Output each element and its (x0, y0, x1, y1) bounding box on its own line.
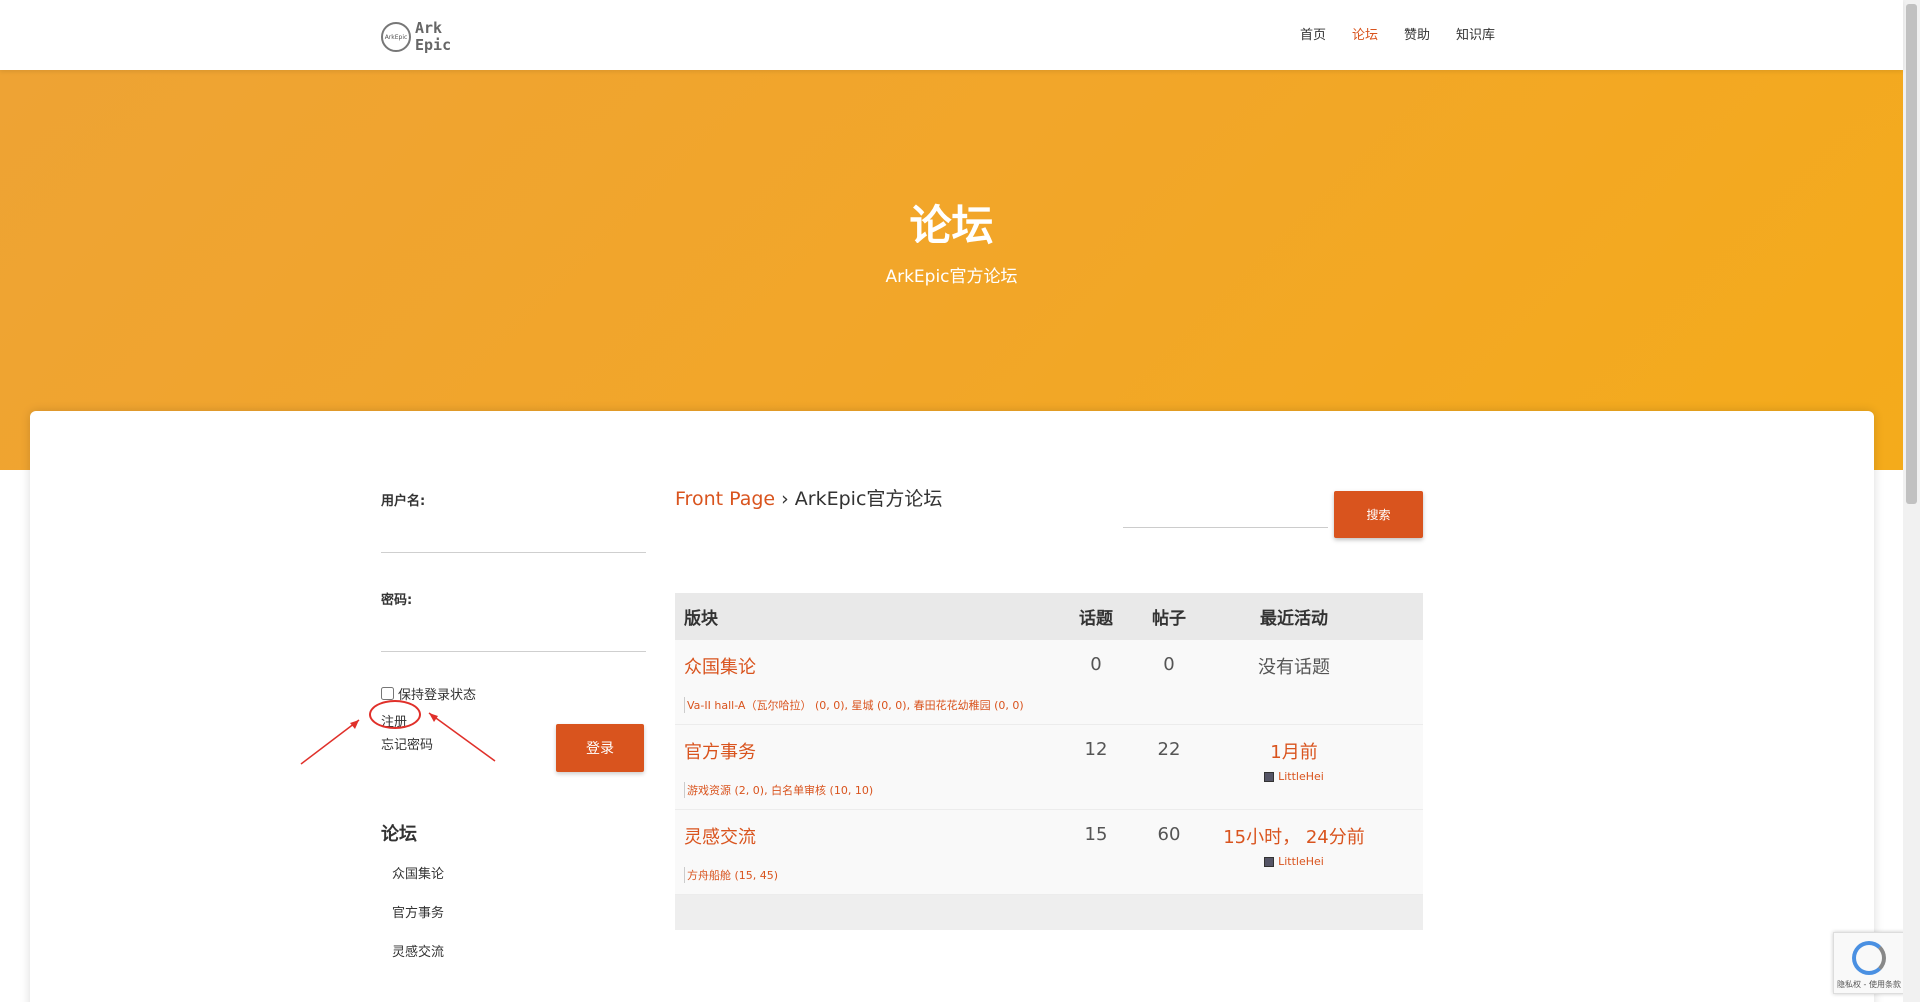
topic-count: 12 (1084, 739, 1108, 760)
page-subtitle: ArkEpic官方论坛 (885, 267, 1018, 287)
sidebar-forum-link[interactable]: 众国集论 (392, 863, 444, 902)
recent-user[interactable]: LittleHei (1207, 855, 1381, 868)
logo-text-epic: Epic (415, 36, 452, 54)
scrollbar-thumb[interactable] (1906, 4, 1917, 504)
avatar-icon (1264, 772, 1275, 782)
logo-text: Ark Epic (415, 20, 451, 54)
forum-name-link[interactable]: 众国集论 (684, 653, 756, 679)
password-label: 密码: (381, 593, 413, 608)
post-count: 22 (1157, 739, 1181, 760)
subforum-list[interactable]: 游戏资源 (2, 0), 白名单审核 (10, 10) (684, 782, 873, 798)
forum-heading: 论坛 (381, 824, 417, 845)
topic-count: 0 (1090, 654, 1102, 675)
header-topics: 话题 (1079, 609, 1113, 629)
annotation-arrowhead-right (429, 713, 438, 722)
breadcrumb-separator: › (781, 488, 789, 510)
topic-count: 15 (1084, 824, 1108, 845)
recaptcha-text: 隐私权 - 使用条款 (1837, 980, 1901, 989)
table-row: 官方事务 12 22 1月前 LittleHei 游戏资源 (2, 0), 白名… (675, 725, 1423, 810)
forum-name-link[interactable]: 官方事务 (684, 738, 756, 764)
recaptcha-badge[interactable]: 隐私权 - 使用条款 (1833, 932, 1905, 994)
logo-badge-text: ArkEpic (384, 33, 408, 41)
page-scrollbar[interactable] (1903, 0, 1920, 1002)
annotation-arrow-right (428, 712, 496, 762)
recent-user-name: LittleHei (1278, 855, 1324, 868)
breadcrumb: Front Page › ArkEpic官方论坛 (675, 484, 942, 511)
login-button[interactable]: 登录 (556, 724, 644, 772)
remember-checkbox[interactable] (381, 687, 394, 700)
nav-sponsor[interactable]: 赞助 (1404, 24, 1430, 43)
sidebar-forum-link[interactable]: 官方事务 (392, 902, 444, 941)
table-footer (675, 895, 1423, 930)
post-count: 60 (1157, 824, 1181, 845)
password-input[interactable] (381, 622, 646, 652)
search-button[interactable]: 搜索 (1334, 491, 1423, 538)
nav-forum[interactable]: 论坛 (1352, 24, 1378, 43)
header-posts: 帖子 (1152, 609, 1186, 629)
table-row: 灵感交流 15 60 15小时， 24分前 LittleHei 方舟船舱 (15… (675, 810, 1423, 895)
top-navbar: ArkEpic Ark Epic 首页 论坛 赞助 知识库 (0, 0, 1903, 70)
recaptcha-icon (1852, 941, 1886, 975)
subforum-list[interactable]: Va-II hall-A（瓦尔哈拉） (0, 0), 星城 (0, 0), 春田… (684, 697, 1024, 713)
recent-activity-link[interactable]: 15小时， 24分前 (1207, 823, 1381, 849)
username-input[interactable] (381, 523, 646, 553)
post-count: 0 (1163, 654, 1175, 675)
recent-activity-link[interactable]: 1月前 (1207, 738, 1381, 764)
recent-user-name: LittleHei (1278, 770, 1324, 783)
hero-banner: 论坛 ArkEpic官方论坛 (0, 70, 1903, 470)
logo-text-ark: Ark (415, 19, 443, 37)
main-nav: 首页 论坛 赞助 知识库 (1300, 24, 1495, 43)
table-header: 版块 话题 帖子 最近活动 (675, 593, 1423, 640)
annotation-arrow-left (300, 719, 360, 765)
forum-link-list: 众国集论 官方事务 灵感交流 (392, 863, 444, 980)
username-label: 用户名: (381, 494, 426, 509)
nav-knowledge-base[interactable]: 知识库 (1456, 24, 1495, 43)
annotation-arrowhead-left (350, 720, 359, 729)
forum-name-link[interactable]: 灵感交流 (684, 823, 756, 849)
search-input[interactable] (1123, 506, 1328, 528)
site-logo[interactable]: ArkEpic Ark Epic (381, 16, 457, 58)
logo-icon: ArkEpic (381, 22, 411, 52)
nav-home[interactable]: 首页 (1300, 24, 1326, 43)
table-row: 众国集论 0 0 没有话题 Va-II hall-A（瓦尔哈拉） (0, 0),… (675, 640, 1423, 725)
breadcrumb-front-page[interactable]: Front Page (675, 488, 775, 510)
header-board: 版块 (684, 609, 718, 629)
recent-user[interactable]: LittleHei (1207, 770, 1381, 783)
page-title: 论坛 (909, 201, 994, 250)
header-recent: 最近活动 (1260, 609, 1328, 629)
recent-activity: 没有话题 (1258, 657, 1330, 678)
avatar-icon (1264, 857, 1275, 867)
breadcrumb-current: ArkEpic官方论坛 (794, 488, 943, 510)
annotation-arrows (300, 712, 496, 765)
forum-table: 版块 话题 帖子 最近活动 众国集论 0 0 没有话题 Va-II hall-A… (675, 593, 1423, 930)
subforum-list[interactable]: 方舟船舱 (15, 45) (684, 867, 778, 883)
sidebar-forum-link[interactable]: 灵感交流 (392, 941, 444, 980)
